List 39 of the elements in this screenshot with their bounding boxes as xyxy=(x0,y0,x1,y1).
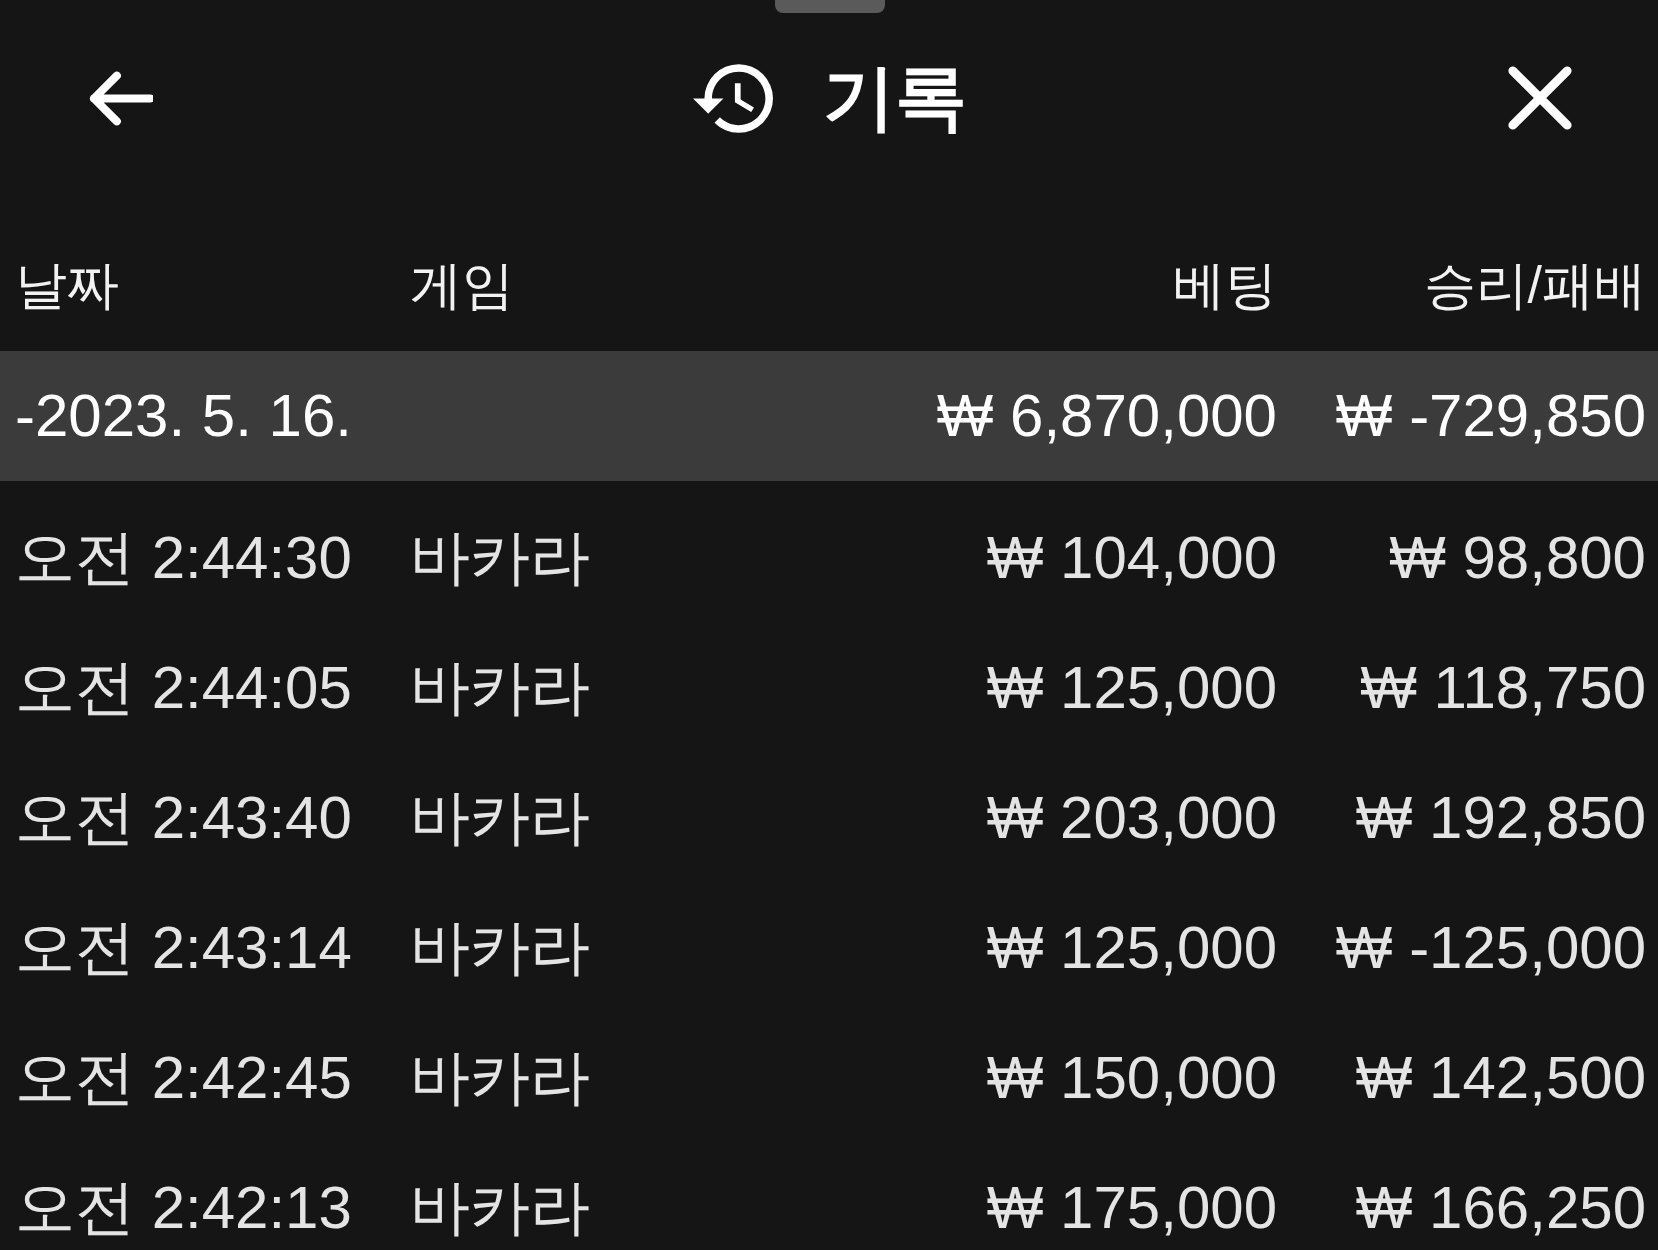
history-icon xyxy=(692,63,773,133)
back-arrow-icon xyxy=(87,70,153,126)
table-cell: ₩ 166,250 xyxy=(1355,1174,1646,1242)
table-cell: ₩ 104,000 xyxy=(986,524,1277,592)
column-header: 날짜 xyxy=(15,255,119,315)
table-cell: ₩ 98,800 xyxy=(1389,524,1646,592)
table-cell: 오전 2:42:13 xyxy=(15,1174,352,1242)
table-cell: 오전 2:44:05 xyxy=(15,654,352,722)
page-title: 기록 xyxy=(822,58,967,138)
table-cell: ₩ 203,000 xyxy=(986,784,1277,852)
table-cell: ₩ 192,850 xyxy=(1355,784,1646,852)
column-header: 승리/패배 xyxy=(1423,255,1646,315)
back-button[interactable] xyxy=(87,70,153,126)
table-cell: 오전 2:43:14 xyxy=(15,914,352,982)
table-cell: ₩ 175,000 xyxy=(986,1174,1277,1242)
table-cell: ₩ 118,750 xyxy=(1360,654,1646,722)
table-cell: ₩ 125,000 xyxy=(986,654,1277,722)
group-bet-total: ₩ 6,870,000 xyxy=(936,382,1277,450)
table-cell: 오전 2:43:40 xyxy=(15,784,352,852)
table-cell: 바카라 xyxy=(410,784,590,852)
table-cell: ₩ -125,000 xyxy=(1335,914,1646,982)
drag-handle[interactable] xyxy=(775,0,885,13)
column-header: 베팅 xyxy=(1173,255,1277,315)
table-cell: ₩ 142,500 xyxy=(1355,1044,1646,1112)
table-cell: 바카라 xyxy=(410,1174,590,1242)
close-button[interactable] xyxy=(1508,66,1572,130)
date-group-row[interactable]: -2023. 5. 16. ₩ 6,870,000 ₩ -729,850 xyxy=(0,351,1658,481)
column-header: 게임 xyxy=(410,255,514,315)
table-cell: 바카라 xyxy=(410,654,590,722)
table-cell: 바카라 xyxy=(410,1044,590,1112)
close-icon xyxy=(1508,66,1572,130)
table-cell: 바카라 xyxy=(410,524,590,592)
table-cell: 오전 2:42:45 xyxy=(15,1044,352,1112)
group-date: -2023. 5. 16. xyxy=(15,382,352,450)
group-result-total: ₩ -729,850 xyxy=(1335,382,1646,450)
table-cell: ₩ 150,000 xyxy=(986,1044,1277,1112)
table-cell: 오전 2:44:30 xyxy=(15,524,352,592)
table-cell: 바카라 xyxy=(410,914,590,982)
table-cell: ₩ 125,000 xyxy=(986,914,1277,982)
